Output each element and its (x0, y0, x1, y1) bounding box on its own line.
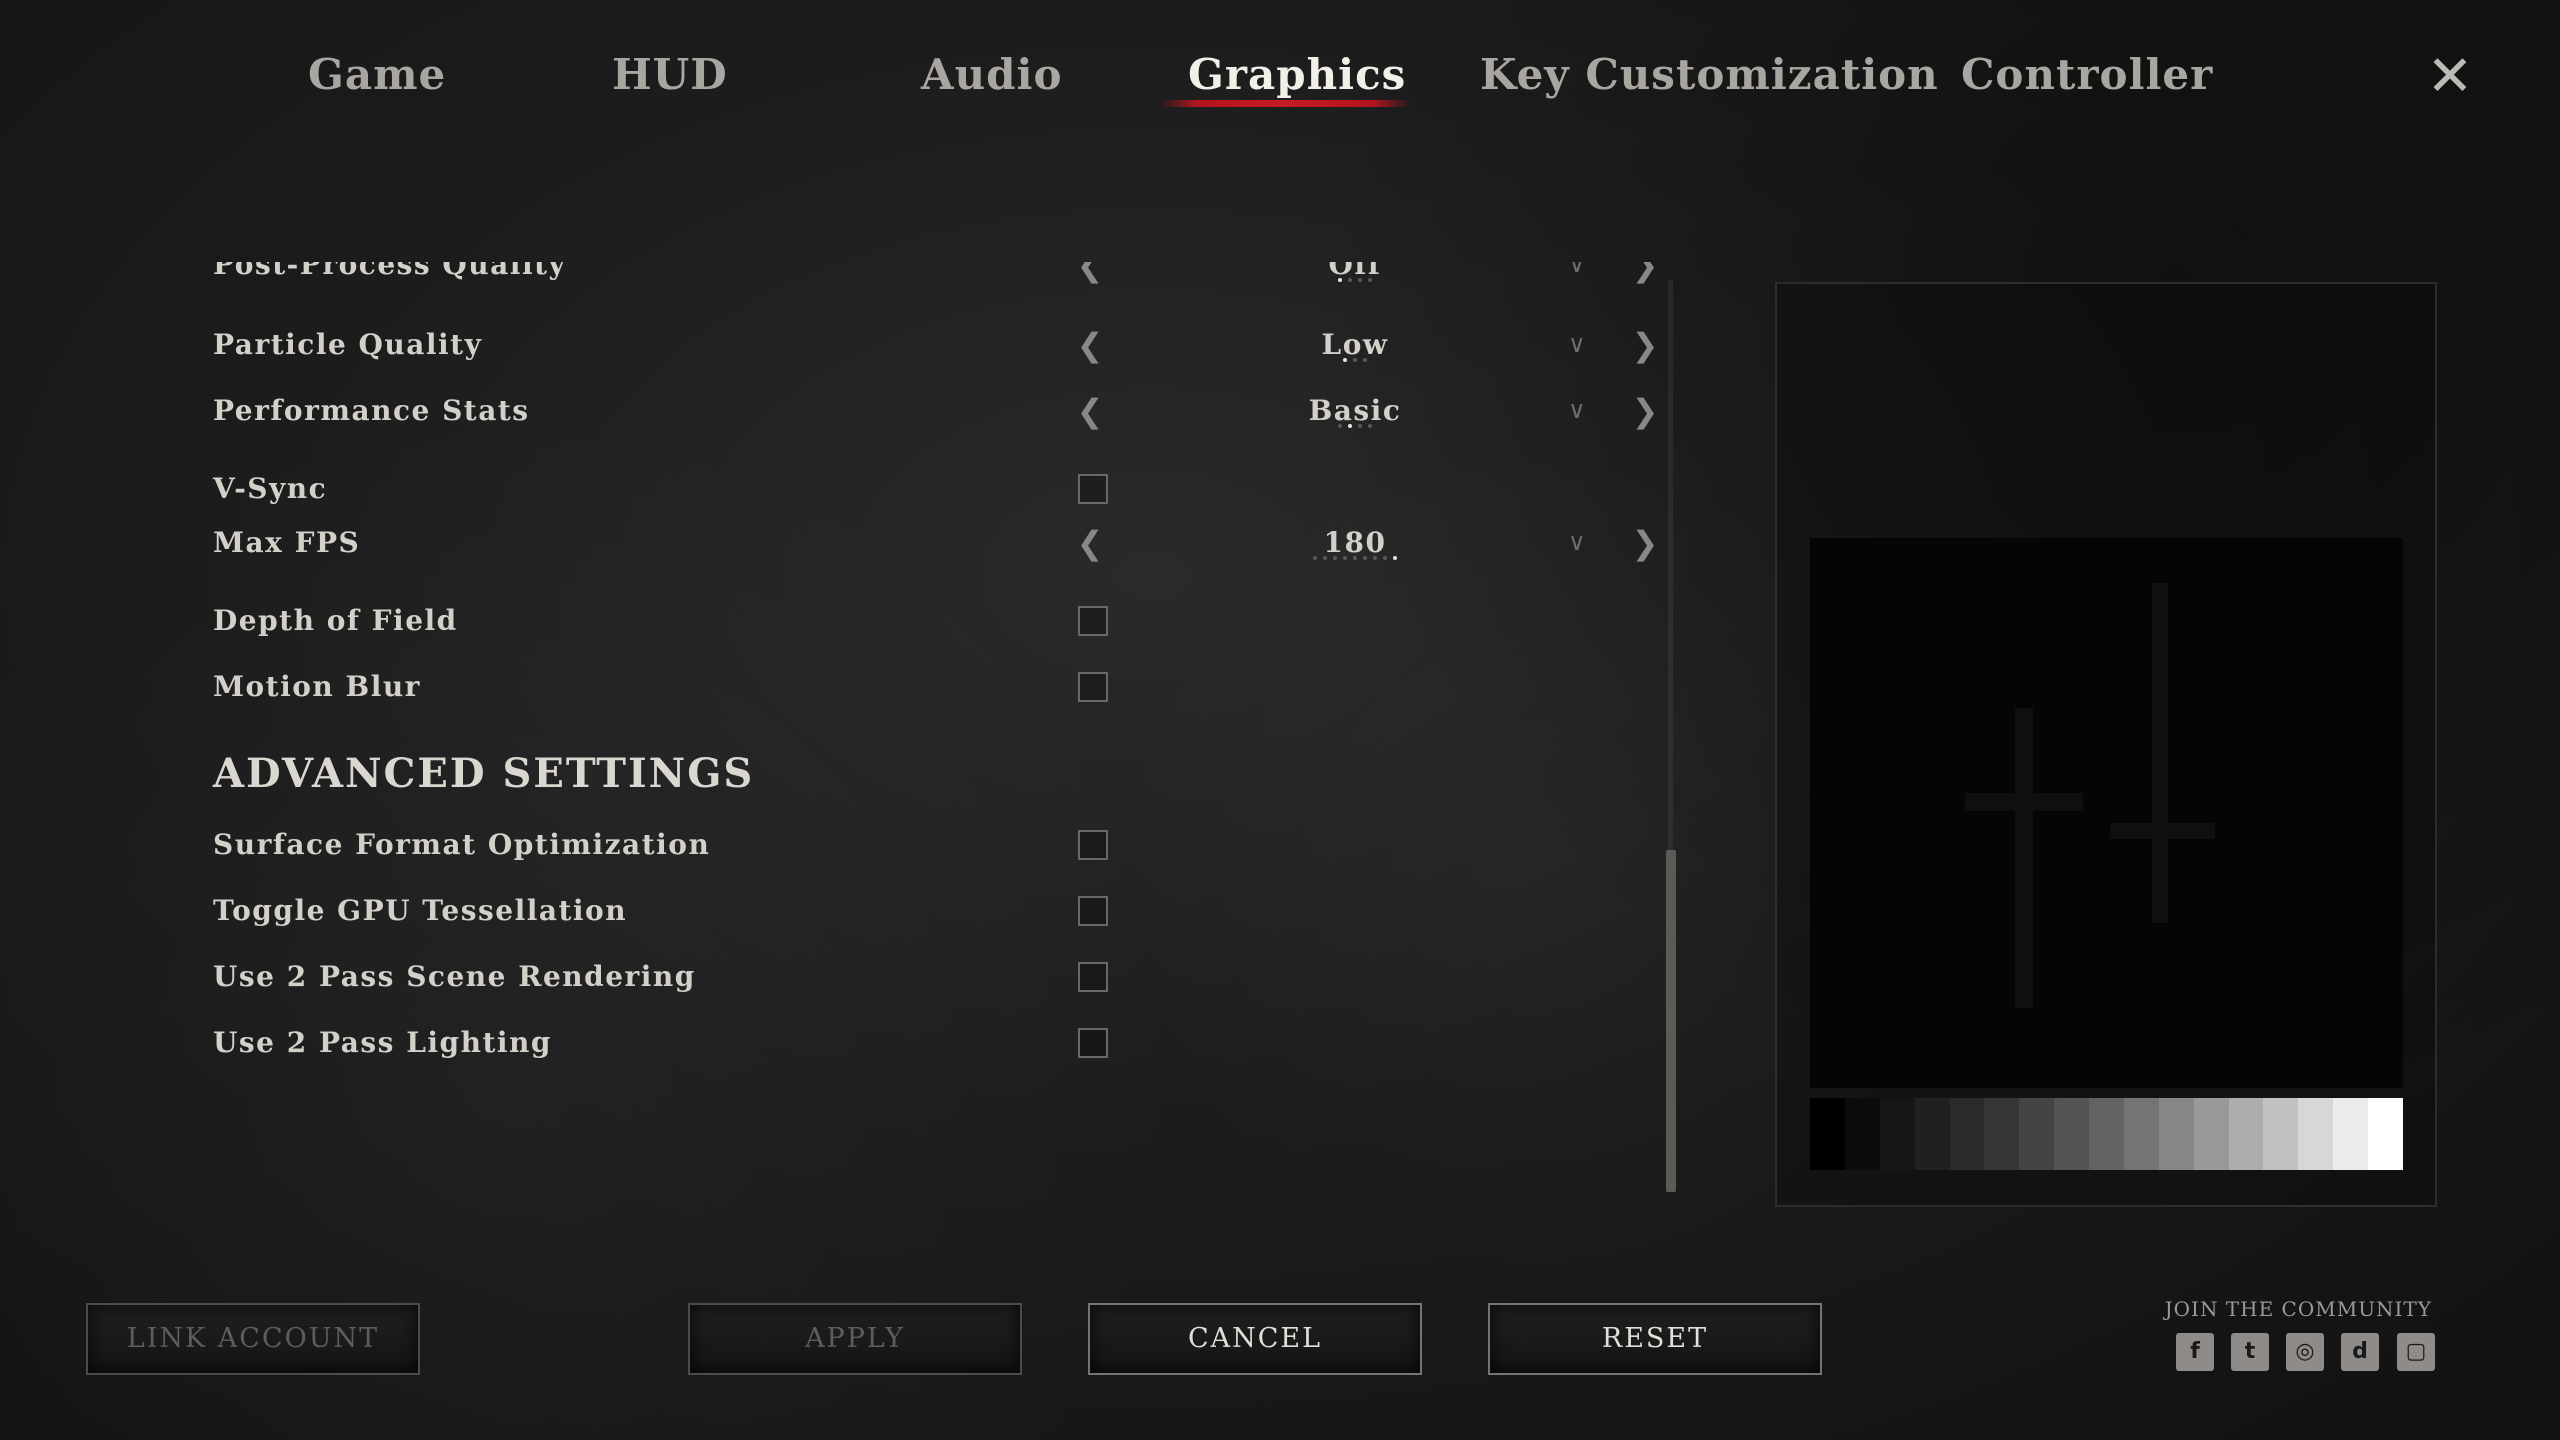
twitch-icon[interactable]: ▢ (2397, 1333, 2435, 1371)
two-pass-lighting-checkbox[interactable] (1078, 1028, 1108, 1058)
tab-graphics[interactable]: Graphics (1188, 50, 1406, 99)
setting-label: Motion Blur (213, 670, 421, 703)
brightness-preview-image (1810, 538, 2403, 1088)
setting-row-two-pass-scene-rendering: Use 2 Pass Scene Rendering (0, 952, 1700, 1002)
setting-row-gpu-tessellation: Toggle GPU Tessellation (0, 886, 1700, 936)
active-tab-underline (1160, 100, 1410, 107)
chevron-left-icon[interactable]: ❮ (1075, 526, 1105, 560)
chevron-down-icon[interactable]: ∨ (1568, 330, 1586, 358)
gpu-tessellation-checkbox[interactable] (1078, 896, 1108, 926)
facebook-icon[interactable]: f (2176, 1333, 2214, 1371)
setting-label: Post-Process Quality (213, 262, 567, 281)
setting-row-surface-format-optimization: Surface Format Optimization (0, 820, 1700, 870)
settings-tabs: Game HUD Audio Graphics Key Customizatio… (0, 50, 2560, 120)
close-icon[interactable]: ✕ (2425, 49, 2475, 105)
setting-row-depth-of-field: Depth of Field (0, 596, 1700, 646)
instagram-icon[interactable]: ◎ (2286, 1333, 2324, 1371)
twitter-icon[interactable]: t (2231, 1333, 2269, 1371)
chevron-right-icon[interactable]: ❯ (1630, 328, 1660, 362)
chevron-down-icon[interactable]: ∨ (1568, 262, 1586, 278)
motion-blur-checkbox[interactable] (1078, 672, 1108, 702)
setting-row-post-process-quality: Post-Process Quality ❮ Off ∨ ❯ (0, 262, 1700, 290)
setting-row-performance-stats: Performance Stats ❮ Basic ∨ ❯ (0, 386, 1700, 436)
setting-value: Basic (1308, 394, 1402, 427)
setting-value: Off (1328, 262, 1382, 281)
setting-label: Depth of Field (213, 604, 458, 637)
value-indicator-dots (1250, 278, 1460, 282)
surface-format-checkbox[interactable] (1078, 830, 1108, 860)
chevron-left-icon[interactable]: ❮ (1075, 328, 1105, 362)
apply-button[interactable]: APPLY (688, 1303, 1022, 1375)
setting-row-two-pass-lighting: Use 2 Pass Lighting (0, 1018, 1700, 1068)
setting-label: V-Sync (213, 472, 328, 505)
chevron-left-icon[interactable]: ❮ (1075, 394, 1105, 428)
tab-key-customization[interactable]: Key Customization (1480, 50, 1939, 99)
setting-value: 180 (1323, 526, 1387, 559)
advanced-settings-heading: ADVANCED SETTINGS (213, 750, 755, 797)
chevron-down-icon[interactable]: ∨ (1568, 396, 1586, 424)
two-pass-scene-checkbox[interactable] (1078, 962, 1108, 992)
chevron-right-icon[interactable]: ❯ (1630, 526, 1660, 560)
depth-of-field-checkbox[interactable] (1078, 606, 1108, 636)
setting-label: Max FPS (213, 526, 361, 559)
setting-label: Use 2 Pass Scene Rendering (213, 960, 696, 993)
setting-row-vsync: V-Sync (0, 464, 1700, 514)
scrollbar-thumb[interactable] (1666, 850, 1676, 1192)
setting-row-particle-quality: Particle Quality ❮ Low ∨ ❯ (0, 320, 1700, 370)
chevron-right-icon[interactable]: ❯ (1630, 394, 1660, 428)
chevron-down-icon[interactable]: ∨ (1568, 528, 1586, 556)
chevron-right-icon[interactable]: ❯ (1630, 262, 1660, 282)
cancel-button[interactable]: CANCEL (1088, 1303, 1422, 1375)
setting-value: Low (1321, 328, 1389, 361)
tab-audio[interactable]: Audio (921, 50, 1062, 99)
value-indicator-dots (1250, 358, 1460, 362)
setting-row-max-fps: Max FPS ❮ 180 ∨ ❯ (0, 518, 1700, 568)
brightness-calibration-swatches (1810, 1098, 2403, 1170)
setting-label: Use 2 Pass Lighting (213, 1026, 552, 1059)
join-community-label: JOIN THE COMMUNITY (2164, 1297, 2432, 1321)
settings-list[interactable]: Post-Process Quality ❮ Off ∨ ❯ Particle … (0, 262, 1700, 1212)
chevron-left-icon[interactable]: ❮ (1075, 262, 1105, 282)
reset-button[interactable]: RESET (1488, 1303, 1822, 1375)
setting-row-motion-blur: Motion Blur (0, 662, 1700, 712)
setting-label: Particle Quality (213, 328, 483, 361)
link-account-button[interactable]: LINK ACCOUNT (86, 1303, 420, 1375)
tab-controller[interactable]: Controller (1961, 50, 2213, 99)
tab-hud[interactable]: HUD (612, 50, 728, 99)
value-indicator-dots (1250, 424, 1460, 428)
vsync-checkbox[interactable] (1078, 474, 1108, 504)
value-indicator-dots (1250, 556, 1460, 560)
tab-game[interactable]: Game (308, 50, 446, 99)
setting-label: Toggle GPU Tessellation (213, 894, 628, 927)
setting-label: Surface Format Optimization (213, 828, 711, 861)
discord-icon[interactable]: d (2341, 1333, 2379, 1371)
setting-label: Performance Stats (213, 394, 530, 427)
